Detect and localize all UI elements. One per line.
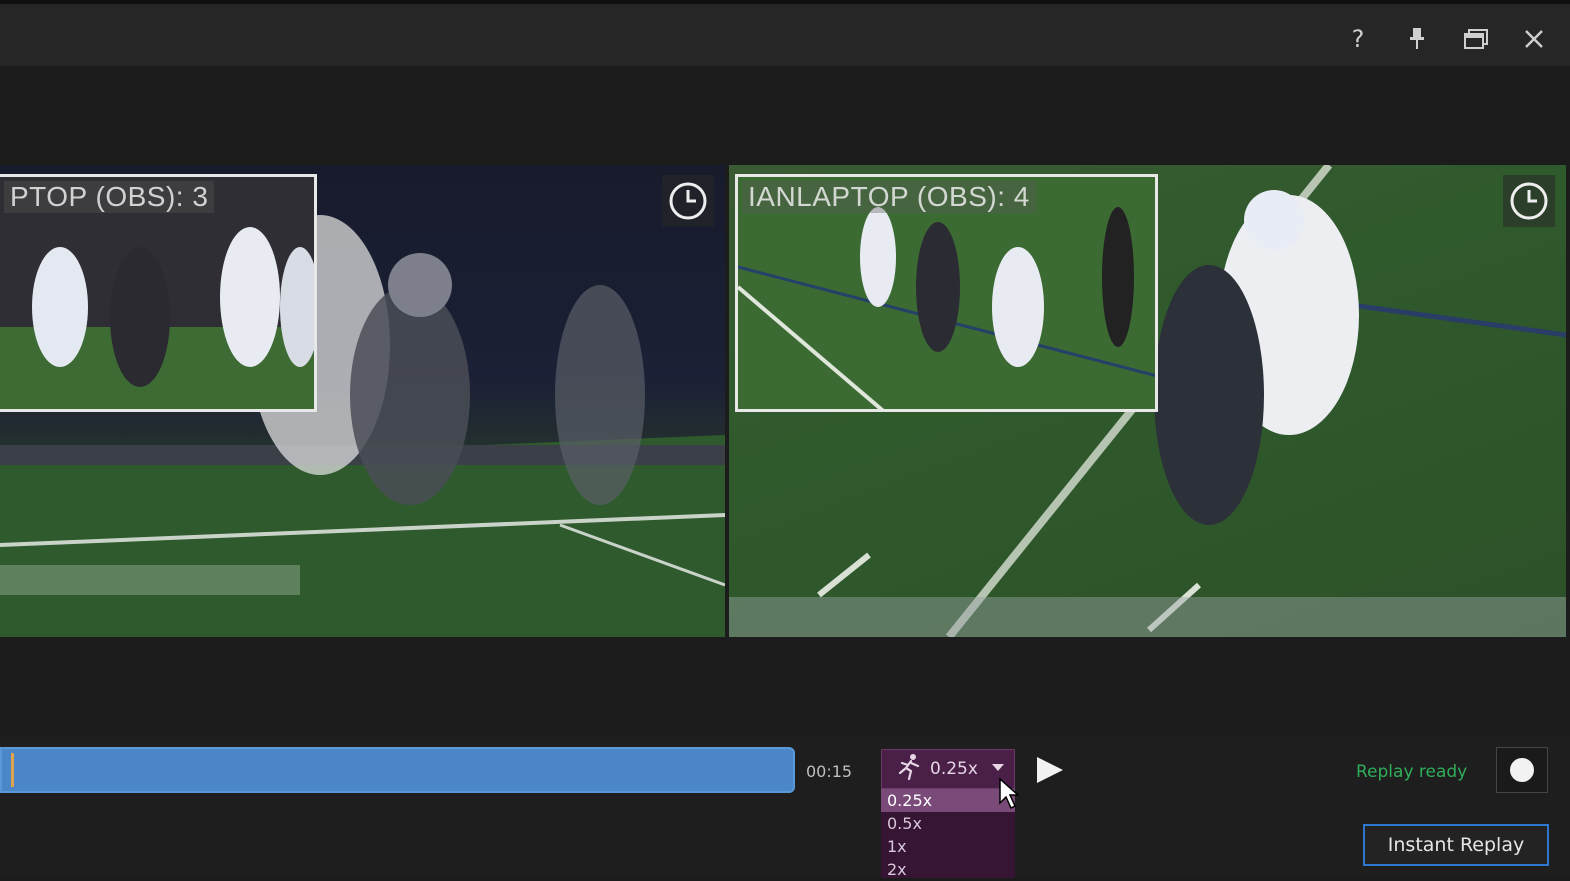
instant-replay-button[interactable]: Instant Replay xyxy=(1363,824,1549,866)
clock-icon[interactable] xyxy=(1503,175,1555,227)
chevron-down-icon xyxy=(992,764,1004,771)
replay-controls: 00:15 0.25x 0.25x 0.5x 1x 2x Replay read… xyxy=(0,737,1570,879)
speed-option-1x[interactable]: 1x xyxy=(881,835,1015,858)
camera-view-right[interactable]: IANLAPTOP (OBS): 4 xyxy=(729,165,1566,637)
replay-status: Replay ready xyxy=(1356,762,1468,782)
replay-timeline[interactable] xyxy=(0,747,795,793)
help-icon[interactable]: ? xyxy=(1341,22,1375,56)
camera-view-left[interactable]: PTOP (OBS): 3 xyxy=(0,165,725,637)
title-bar: ? xyxy=(0,0,1570,66)
close-icon[interactable] xyxy=(1517,22,1551,56)
clock-icon[interactable] xyxy=(662,175,714,227)
pip-source-label: PTOP (OBS): 3 xyxy=(4,181,215,213)
play-icon[interactable] xyxy=(1033,755,1067,785)
timeline-playhead[interactable] xyxy=(11,753,14,787)
playback-speed-select[interactable]: 0.25x xyxy=(881,749,1015,789)
playback-speed-value: 0.25x xyxy=(930,759,978,779)
playback-speed-dropdown: 0.25x 0.5x 1x 2x xyxy=(881,789,1015,879)
timeline-progress-fill xyxy=(0,747,795,793)
pin-icon[interactable] xyxy=(1400,22,1434,56)
running-person-icon xyxy=(896,753,922,785)
replay-duration: 00:15 xyxy=(806,762,853,781)
restore-window-icon[interactable] xyxy=(1459,22,1493,56)
record-icon[interactable] xyxy=(1496,747,1548,793)
speed-option-0.5x[interactable]: 0.5x xyxy=(881,812,1015,835)
pip-overlay-left[interactable]: PTOP (OBS): 3 xyxy=(0,174,317,412)
pip-overlay-right[interactable]: IANLAPTOP (OBS): 4 xyxy=(735,174,1158,412)
speed-option-0.25x[interactable]: 0.25x xyxy=(881,789,1015,812)
mouse-cursor-icon xyxy=(998,777,1022,815)
pip-source-label: IANLAPTOP (OBS): 4 xyxy=(742,181,1036,213)
